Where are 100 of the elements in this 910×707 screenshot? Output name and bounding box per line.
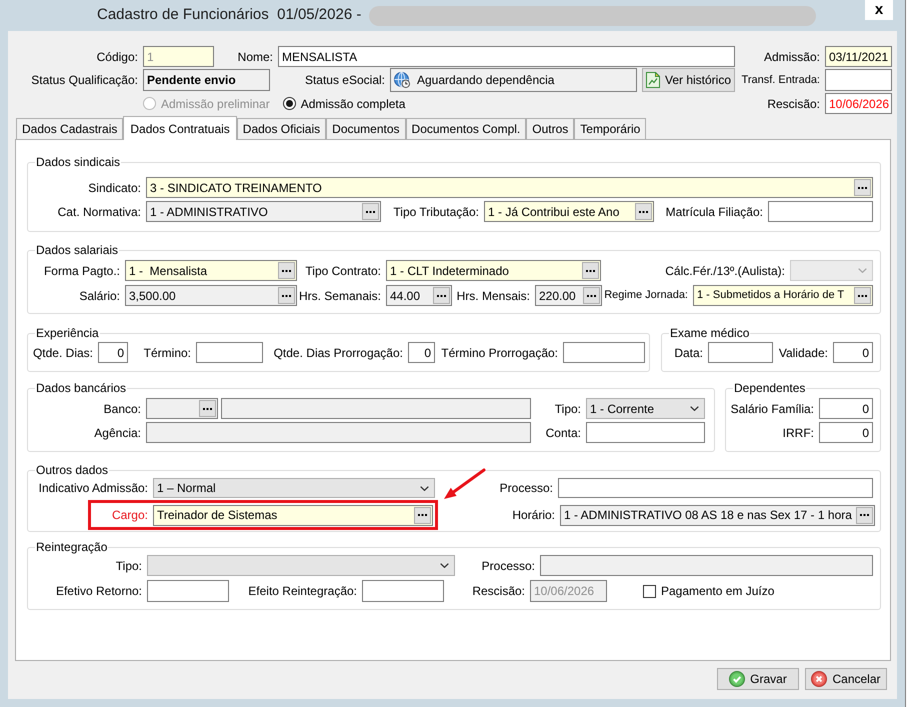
lookup-button[interactable] — [854, 179, 871, 196]
checkbox-option[interactable]: Pagamento em Juízo — [643, 582, 774, 600]
dropdown[interactable]: 1 – Normal — [153, 478, 435, 498]
field-label: IRRF: — [782, 424, 814, 442]
field-label: Forma Pagto.: — [44, 262, 120, 280]
input-field[interactable]: 10/06/2026 — [825, 93, 892, 114]
input-field[interactable]: 0 — [408, 342, 435, 363]
input-field[interactable]: 0 — [819, 422, 873, 443]
lookup-field[interactable]: 1 - ADMINISTRATIVO — [146, 201, 381, 222]
lookup-button[interactable] — [362, 203, 379, 220]
input-field[interactable] — [586, 422, 705, 443]
input-field[interactable] — [147, 580, 229, 602]
group-title: Outros dados — [35, 463, 110, 477]
lookup-button[interactable] — [854, 287, 871, 304]
group-title: Dados bancários — [35, 381, 128, 395]
tab[interactable]: Documentos Compl. — [406, 118, 526, 139]
close-button[interactable]: x — [865, 0, 893, 20]
lookup-button[interactable] — [278, 287, 295, 304]
field-label: Conta: — [546, 424, 581, 442]
lookup-field[interactable]: 44.00 — [386, 285, 452, 306]
field-label: Indicativo Admissão: — [38, 480, 148, 497]
lookup-field[interactable]: 1 - Submetidos a Horário de T — [693, 285, 873, 306]
group-title: Dados sindicais — [35, 155, 122, 169]
tab[interactable]: Documentos — [326, 118, 406, 139]
field-label: Nome: — [238, 48, 273, 66]
group-title: Reintegração — [35, 540, 108, 554]
chevron-down-icon — [420, 486, 429, 490]
input-field[interactable] — [196, 342, 263, 363]
input-field[interactable] — [563, 342, 645, 363]
field-label: Data: — [674, 344, 703, 362]
field-label: Regime Jornada: — [604, 288, 688, 304]
lookup-field[interactable]: 3,500.00 — [125, 285, 297, 306]
status-field: Aguardando dependência — [390, 68, 637, 92]
field-label: Status eSocial: — [304, 72, 385, 89]
group-title: Experiência — [35, 326, 100, 340]
tab[interactable]: Temporário — [574, 118, 646, 139]
lookup-button[interactable] — [635, 203, 652, 220]
lookup-button[interactable] — [278, 262, 295, 279]
input-field[interactable] — [825, 69, 892, 91]
lookup-button[interactable] — [433, 287, 450, 304]
input-field[interactable]: MENSALISTA — [278, 46, 735, 67]
input-field[interactable]: 0 — [833, 342, 873, 363]
action-button[interactable]: Ver histórico — [642, 68, 735, 92]
field-label: Cargo: — [112, 507, 148, 524]
field-label: Hrs. Mensais: — [456, 288, 530, 304]
lookup-field[interactable]: 3 - SINDICATO TREINAMENTO — [146, 177, 873, 198]
chevron-down-icon — [440, 563, 449, 568]
input-field[interactable] — [540, 555, 873, 576]
lookup-field[interactable]: 1 - ADMINISTRATIVO 08 AS 18 e nas Sex 17 - 1 hora — [560, 504, 875, 526]
lookup-button[interactable] — [414, 506, 431, 524]
tab[interactable]: Outros — [526, 118, 574, 139]
lookup-field[interactable] — [146, 398, 218, 419]
input-field[interactable] — [558, 478, 873, 498]
lookup-button[interactable] — [856, 506, 873, 524]
dropdown[interactable]: 1 - Corrente — [586, 398, 705, 419]
field-label: Agência: — [94, 424, 141, 442]
field-label: Rescisão: — [767, 96, 820, 112]
lookup-field[interactable]: 1 - Mensalista — [125, 260, 297, 281]
tab[interactable]: Dados Cadastrais — [16, 118, 124, 139]
field-label: Qtde. Dias: — [32, 344, 93, 362]
lookup-field[interactable]: 220.00 — [535, 285, 602, 306]
lookup-button[interactable] — [583, 287, 600, 304]
field-label: Código: — [96, 48, 138, 66]
field-label: Tipo: — [116, 558, 142, 574]
field-label: Cálc.Fér./13º.(Aulista): — [665, 262, 785, 280]
field-label: Rescisão: — [472, 583, 525, 600]
field-label: Salário: — [79, 288, 120, 304]
field-label: Término Prorrogação: — [441, 344, 558, 362]
cancel-button[interactable]: Cancelar — [805, 668, 887, 690]
lookup-field[interactable]: 1 - CLT Indeterminado — [386, 260, 601, 281]
lookup-button[interactable] — [199, 400, 216, 417]
input-field[interactable]: 03/11/2021 — [825, 46, 892, 67]
group-title: Dependentes — [733, 381, 806, 395]
tab[interactable]: Dados Oficiais — [236, 118, 326, 139]
check-icon — [729, 671, 746, 687]
field-label: Processo: — [500, 480, 553, 497]
input-field[interactable]: 0 — [98, 342, 128, 363]
input-field[interactable] — [146, 422, 531, 443]
document-icon — [646, 72, 660, 88]
input-field[interactable] — [362, 580, 444, 602]
field-label: Status Qualificação: — [31, 72, 138, 89]
globe-icon — [394, 72, 410, 88]
field-label: Tipo Contrato: — [305, 262, 381, 280]
window-title: Cadastro de Funcionários 01/05/2026 - — [97, 5, 362, 26]
field-label: Validade: — [778, 344, 828, 362]
radio-option[interactable]: Admissão completa — [282, 94, 406, 112]
input-field[interactable] — [768, 201, 873, 222]
field-label: Hrs. Semanais: — [298, 288, 381, 304]
input-field[interactable] — [708, 342, 773, 363]
field-label: Sindicato: — [88, 180, 141, 196]
field-label: Cat. Normativa: — [58, 204, 141, 220]
tab[interactable]: Dados Contratuais — [123, 116, 237, 140]
input-field[interactable]: 0 — [819, 398, 873, 419]
lookup-button[interactable] — [582, 262, 599, 279]
input-field[interactable] — [221, 398, 531, 419]
lookup-field[interactable]: 1 - Já Contribui este Ano — [484, 201, 654, 222]
status-field: Pendente envio — [143, 69, 270, 91]
save-button[interactable]: Gravar — [717, 668, 799, 690]
lookup-field[interactable]: Treinador de Sistemas — [153, 504, 433, 526]
field-label: Transf. Entrada: — [742, 72, 820, 88]
